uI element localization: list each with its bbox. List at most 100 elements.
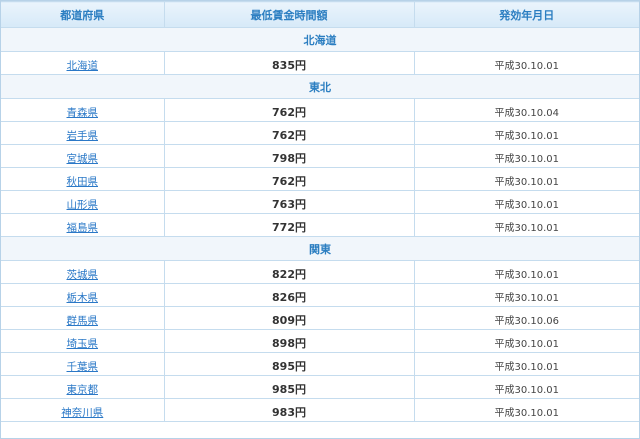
prefecture-link[interactable]: 山形県 [67, 199, 99, 211]
date-cell: 平成30.10.01 [413, 121, 639, 145]
table-row: 埼玉県 898円 平成30.10.01 [1, 329, 639, 353]
prefecture-cell: 群馬県 [1, 306, 165, 330]
prefecture-link[interactable]: 茨城県 [67, 269, 99, 281]
date-cell: 平成30.10.01 [413, 329, 639, 353]
table-row: 茨城県 822円 平成30.10.01 [1, 260, 639, 284]
date-value: 平成30.10.01 [494, 269, 560, 281]
prefecture-cell: 神奈川県 [1, 398, 165, 422]
date-value: 平成30.10.06 [494, 315, 560, 327]
date-value: 平成30.10.01 [494, 60, 560, 72]
header-effective-date: 発効年月日 [413, 1, 639, 28]
date-cell: 平成30.10.01 [413, 167, 639, 191]
date-value: 平成30.10.01 [494, 222, 560, 234]
wage-value: 822円 [272, 267, 306, 281]
wage-value: 835円 [272, 58, 306, 72]
table-row: 群馬県 809円 平成30.10.06 [1, 306, 639, 330]
date-cell: 平成30.10.06 [413, 306, 639, 330]
wage-cell: 835円 [163, 51, 415, 75]
prefecture-link[interactable]: 青森県 [67, 107, 99, 119]
date-cell: 平成30.10.01 [413, 190, 639, 214]
date-cell: 平成30.10.01 [413, 398, 639, 422]
date-cell: 平成30.10.01 [413, 260, 639, 284]
wage-cell: 983円 [163, 398, 415, 422]
prefecture-cell: 岩手県 [1, 121, 165, 145]
wage-value: 762円 [272, 128, 306, 142]
region-name: 東北 [1, 74, 639, 99]
region-row: 北海道 [1, 27, 639, 52]
prefecture-link[interactable]: 神奈川県 [61, 407, 103, 419]
table-row: 秋田県 762円 平成30.10.01 [1, 167, 639, 191]
table-row: 山形県 763円 平成30.10.01 [1, 190, 639, 214]
prefecture-link[interactable]: 北海道 [67, 60, 99, 72]
prefecture-link[interactable]: 栃木県 [67, 292, 99, 304]
region-name: 北海道 [1, 27, 639, 52]
prefecture-cell: 福島県 [1, 213, 165, 237]
region-name: 関東 [1, 236, 639, 261]
date-value: 平成30.10.01 [494, 361, 560, 373]
prefecture-link[interactable]: 宮城県 [67, 153, 99, 165]
wage-cell: 898円 [163, 329, 415, 353]
prefecture-link[interactable]: 東京都 [67, 384, 99, 396]
wage-cell: 809円 [163, 306, 415, 330]
prefecture-cell: 北海道 [1, 51, 165, 75]
prefecture-cell: 山形県 [1, 190, 165, 214]
minimum-wage-table: 都道府県 最低賃金時間額 発効年月日 北海道 北海道 835円 平成30.10.… [1, 1, 639, 422]
prefecture-cell: 秋田県 [1, 167, 165, 191]
prefecture-link[interactable]: 群馬県 [67, 315, 99, 327]
prefecture-cell: 茨城県 [1, 260, 165, 284]
wage-cell: 762円 [163, 121, 415, 145]
wage-value: 762円 [272, 105, 306, 119]
wage-cell: 772円 [163, 213, 415, 237]
prefecture-link[interactable]: 埼玉県 [67, 338, 99, 350]
table-row: 福島県 772円 平成30.10.01 [1, 213, 639, 237]
date-value: 平成30.10.01 [494, 176, 560, 188]
prefecture-cell: 千葉県 [1, 352, 165, 376]
wage-cell: 822円 [163, 260, 415, 284]
wage-value: 763円 [272, 197, 306, 211]
date-cell: 平成30.10.01 [413, 51, 639, 75]
table-header: 都道府県 最低賃金時間額 発効年月日 [1, 1, 639, 28]
wage-value: 898円 [272, 336, 306, 350]
table-row: 岩手県 762円 平成30.10.01 [1, 121, 639, 145]
wage-cell: 762円 [163, 167, 415, 191]
wage-value: 762円 [272, 174, 306, 188]
date-value: 平成30.10.01 [494, 130, 560, 142]
prefecture-cell: 埼玉県 [1, 329, 165, 353]
header-prefecture: 都道府県 [1, 1, 165, 28]
date-value: 平成30.10.01 [494, 153, 560, 165]
wage-value: 983円 [272, 405, 306, 419]
table-row: 千葉県 895円 平成30.10.01 [1, 352, 639, 376]
wage-cell: 895円 [163, 352, 415, 376]
date-value: 平成30.10.01 [494, 199, 560, 211]
date-cell: 平成30.10.01 [413, 283, 639, 307]
date-value: 平成30.10.01 [494, 407, 560, 419]
wage-value: 809円 [272, 313, 306, 327]
header-min-wage: 最低賃金時間額 [163, 1, 415, 28]
prefecture-cell: 栃木県 [1, 283, 165, 307]
table-row: 栃木県 826円 平成30.10.01 [1, 283, 639, 307]
wage-cell: 985円 [163, 375, 415, 399]
wage-value: 798円 [272, 151, 306, 165]
table-row: 宮城県 798円 平成30.10.01 [1, 144, 639, 168]
prefecture-link[interactable]: 岩手県 [67, 130, 99, 142]
date-cell: 平成30.10.01 [413, 352, 639, 376]
table-row: 北海道 835円 平成30.10.01 [1, 51, 639, 75]
date-value: 平成30.10.01 [494, 338, 560, 350]
wage-value: 772円 [272, 220, 306, 234]
wage-value: 895円 [272, 359, 306, 373]
wage-value: 985円 [272, 382, 306, 396]
prefecture-cell: 東京都 [1, 375, 165, 399]
table-row: 青森県 762円 平成30.10.04 [1, 98, 639, 122]
table-row: 神奈川県 983円 平成30.10.01 [1, 398, 639, 422]
date-cell: 平成30.10.04 [413, 98, 639, 122]
prefecture-link[interactable]: 秋田県 [67, 176, 99, 188]
date-cell: 平成30.10.01 [413, 375, 639, 399]
date-value: 平成30.10.01 [494, 292, 560, 304]
region-row: 東北 [1, 74, 639, 99]
region-row: 関東 [1, 236, 639, 261]
date-cell: 平成30.10.01 [413, 144, 639, 168]
wage-value: 826円 [272, 290, 306, 304]
date-value: 平成30.10.01 [494, 384, 560, 396]
prefecture-link[interactable]: 福島県 [67, 222, 99, 234]
prefecture-link[interactable]: 千葉県 [67, 361, 99, 373]
